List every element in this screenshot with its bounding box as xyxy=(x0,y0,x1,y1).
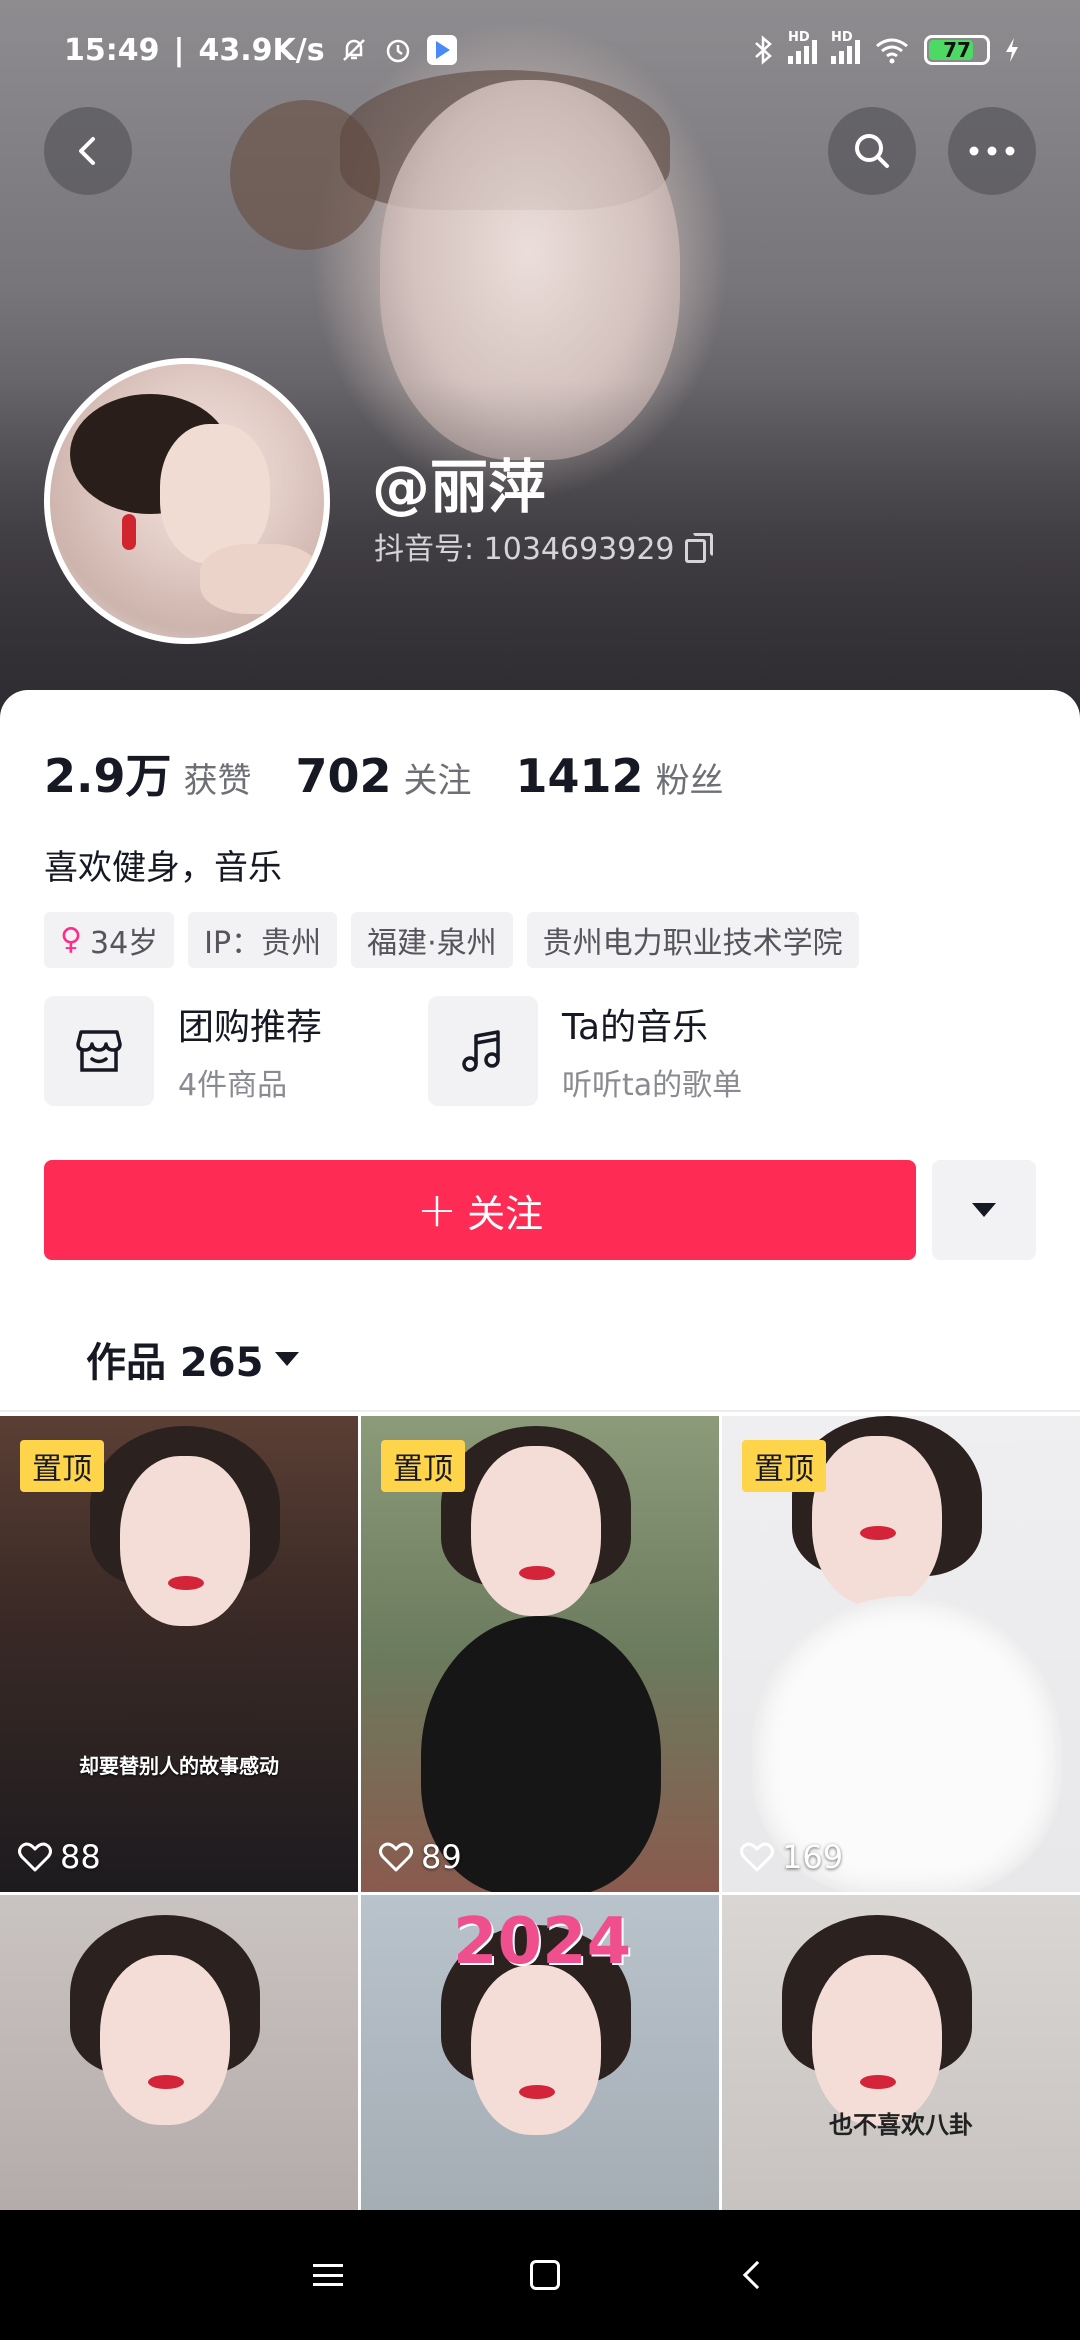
status-bar: 15:49 | 43.9K/s HD HD 77 xyxy=(0,0,1080,100)
status-separator: | xyxy=(173,32,185,68)
signal-strength-icon: HD xyxy=(788,30,817,64)
battery-level: 77 xyxy=(943,38,971,62)
tag-location[interactable]: 福建·泉州 xyxy=(351,912,513,968)
signal-strength-icon-2: HD xyxy=(831,30,860,64)
system-nav-bar xyxy=(0,2210,1080,2340)
stat-following[interactable]: 702 关注 xyxy=(296,749,472,803)
profile-username: @丽萍 xyxy=(372,453,547,521)
heart-icon xyxy=(740,1842,774,1872)
douyin-id: 抖音号: 1034693929 xyxy=(374,532,675,567)
follow-button-label: 关注 xyxy=(467,1191,544,1236)
tag-ip-label: IP：贵州 xyxy=(204,926,322,961)
profile-shortcuts: 团购推荐 4件商品 Ta的音乐 听听ta的歌单 xyxy=(44,996,812,1106)
shortcut-group-buy[interactable]: 团购推荐 4件商品 xyxy=(44,996,428,1106)
video-likes-count: 169 xyxy=(782,1838,844,1876)
wifi-icon xyxy=(874,36,910,64)
tab-works-label: 作品 265 xyxy=(86,1340,264,1386)
video-overlay-text: 2024 xyxy=(453,1905,632,1979)
tag-ip: IP：贵州 xyxy=(188,912,338,968)
video-likes: 88 xyxy=(18,1838,101,1876)
tab-divider xyxy=(0,1410,1080,1412)
tab-works[interactable]: 作品 265 xyxy=(86,1330,300,1388)
caret-down-icon xyxy=(275,1352,300,1366)
stats-row: 2.9万 获赞 702 关注 1412 粉丝 xyxy=(44,740,724,806)
more-options-button[interactable] xyxy=(948,107,1036,195)
pinned-badge: 置顶 xyxy=(742,1440,826,1492)
stat-likes-label: 获赞 xyxy=(183,761,252,801)
video-thumbnail[interactable]: 置顶 169 xyxy=(722,1416,1080,1892)
caret-down-icon xyxy=(972,1203,996,1217)
tag-location-label: 福建·泉州 xyxy=(367,926,497,961)
search-icon xyxy=(855,134,889,168)
video-likes-count: 88 xyxy=(60,1838,101,1876)
system-back-icon[interactable] xyxy=(742,2260,771,2290)
music-note-icon xyxy=(428,996,538,1106)
play-store-icon xyxy=(426,35,457,65)
video-thumbnail[interactable]: 置顶 89 xyxy=(361,1416,719,1892)
more-dots-icon xyxy=(969,146,1015,156)
bluetooth-icon xyxy=(752,35,774,65)
heart-icon xyxy=(18,1842,52,1872)
stat-followers-label: 粉丝 xyxy=(655,761,724,801)
battery-icon: 77 xyxy=(924,35,990,65)
tag-school-label: 贵州电力职业技术学院 xyxy=(542,926,843,961)
tag-school[interactable]: 贵州电力职业技术学院 xyxy=(526,912,859,968)
alarm-clock-icon xyxy=(383,35,413,65)
stat-likes-value: 2.9万 xyxy=(44,749,172,803)
video-grid: 置顶 却要替别人的故事感动 88 置顶 89 置顶 169 2024 也不喜欢八… xyxy=(0,1416,1080,2340)
video-likes-count: 89 xyxy=(421,1838,462,1876)
shortcut-group-buy-subtitle: 4件商品 xyxy=(178,1068,288,1103)
charging-icon xyxy=(1004,36,1020,64)
recommend-dropdown-button[interactable] xyxy=(932,1160,1036,1260)
mute-bell-icon xyxy=(339,35,369,65)
stat-following-value: 702 xyxy=(295,749,392,803)
copy-icon[interactable] xyxy=(684,533,713,563)
stat-followers[interactable]: 1412 粉丝 xyxy=(516,749,724,803)
plus-icon: + xyxy=(416,1182,458,1238)
heart-icon xyxy=(379,1842,413,1872)
shortcut-music-subtitle: 听听ta的歌单 xyxy=(562,1068,743,1103)
stat-followers-value: 1412 xyxy=(515,749,644,803)
shortcut-music-title: Ta的音乐 xyxy=(562,1007,709,1048)
profile-bio: 喜欢健身，音乐 xyxy=(44,848,282,888)
video-likes: 89 xyxy=(379,1838,462,1876)
search-button[interactable] xyxy=(828,107,916,195)
follow-button[interactable]: + 关注 xyxy=(44,1160,916,1260)
video-thumbnail[interactable]: 置顶 却要替别人的故事感动 88 xyxy=(0,1416,358,1892)
pinned-badge: 置顶 xyxy=(381,1440,465,1492)
profile-tags: ♀ 34岁 IP：贵州 福建·泉州 贵州电力职业技术学院 xyxy=(44,912,859,968)
stat-likes: 2.9万 获赞 xyxy=(44,740,252,806)
shop-icon xyxy=(44,996,154,1106)
home-icon[interactable] xyxy=(529,2260,560,2290)
status-time: 15:49 xyxy=(64,32,160,68)
shortcut-group-buy-title: 团购推荐 xyxy=(178,1007,323,1048)
back-arrow-icon xyxy=(79,137,95,165)
douyin-id-row[interactable]: 抖音号: 1034693929 xyxy=(374,524,713,568)
video-caption: 也不喜欢八卦 xyxy=(829,2111,973,2139)
tag-age: ♀ 34岁 xyxy=(44,912,175,968)
female-icon: ♀ xyxy=(60,922,82,957)
status-net-speed: 43.9K/s xyxy=(198,32,325,68)
tag-age-label: 34岁 xyxy=(89,926,159,961)
video-likes: 169 xyxy=(740,1838,843,1876)
video-caption: 却要替别人的故事感动 xyxy=(79,1754,279,1778)
shortcut-music[interactable]: Ta的音乐 听听ta的歌单 xyxy=(428,996,812,1106)
signal-hd-label: HD xyxy=(788,30,810,45)
recent-apps-icon[interactable] xyxy=(313,2264,344,2286)
pinned-badge: 置顶 xyxy=(20,1440,104,1492)
follow-row: + 关注 xyxy=(44,1160,1036,1260)
back-button[interactable] xyxy=(44,107,132,195)
avatar[interactable] xyxy=(44,358,330,644)
signal-hd-label: HD xyxy=(831,30,853,45)
stat-following-label: 关注 xyxy=(403,761,472,801)
